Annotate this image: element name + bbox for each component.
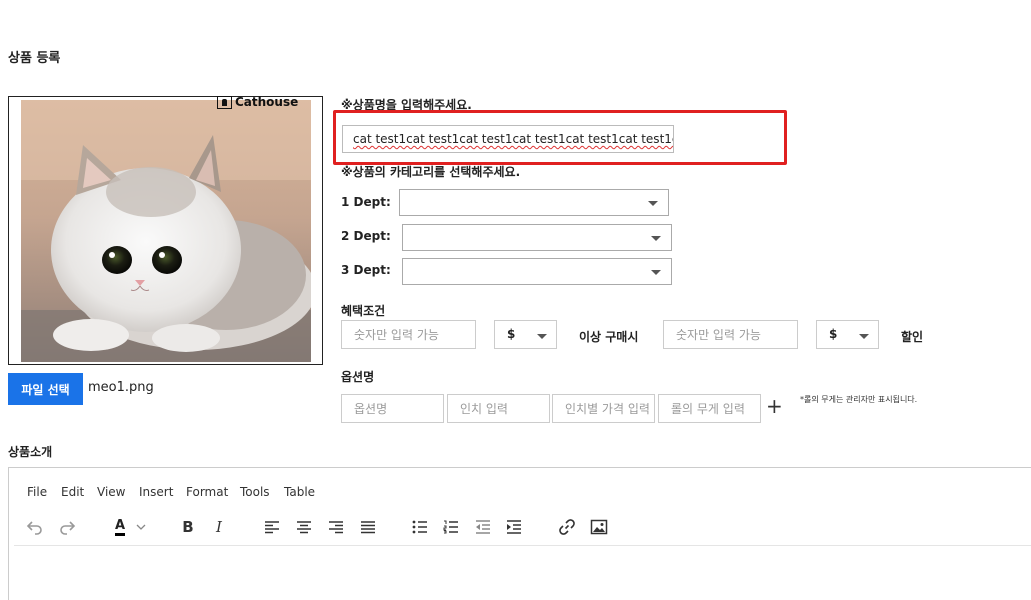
dept3-label: 3 Dept: <box>341 263 391 277</box>
option-price-input[interactable]: 인치별 가격 입력 <box>552 394 655 423</box>
redo-icon[interactable] <box>57 517 77 537</box>
text-color-glyph: A <box>114 518 126 536</box>
menu-format[interactable]: Format <box>186 485 228 499</box>
chevron-down-icon <box>537 334 547 339</box>
dept2-select[interactable] <box>402 224 672 251</box>
dept2-label: 2 Dept: <box>341 229 391 243</box>
dept3-select[interactable] <box>402 258 672 285</box>
toolbar-divider <box>14 545 1031 546</box>
file-name: meo1.png <box>88 380 154 395</box>
bold-icon[interactable]: B <box>178 517 198 537</box>
benefit-label: 혜택조건 <box>341 304 386 318</box>
menu-table[interactable]: Table <box>284 485 315 499</box>
image-icon[interactable] <box>589 517 609 537</box>
brand-watermark: Cathouse <box>217 95 298 109</box>
product-image <box>21 100 311 362</box>
file-select-button[interactable]: 파일 선택 <box>8 373 83 405</box>
discount-currency-select[interactable]: $ <box>816 320 879 349</box>
benefit-currency-select[interactable]: $ <box>494 320 557 349</box>
option-inch-input[interactable]: 인치 입력 <box>447 394 550 423</box>
brand-text: Cathouse <box>235 95 299 109</box>
italic-icon[interactable]: I <box>209 517 229 537</box>
menu-file[interactable]: File <box>27 485 47 499</box>
dept1-select[interactable] <box>399 189 669 216</box>
discount-suffix: 할인 <box>901 330 924 344</box>
undo-icon[interactable] <box>25 517 45 537</box>
description-label: 상품소개 <box>8 445 53 459</box>
align-center-icon[interactable] <box>294 517 314 537</box>
link-icon[interactable] <box>557 517 577 537</box>
benefit-amount-input[interactable]: 숫자만 입력 가능 <box>341 320 476 349</box>
currency-value: $ <box>829 327 838 341</box>
category-label: ※상품의 카테고리를 선택해주세요. <box>341 165 521 179</box>
chevron-down-icon <box>651 270 661 275</box>
options-label: 옵션명 <box>341 370 375 384</box>
align-left-icon[interactable] <box>262 517 282 537</box>
bold-glyph: B <box>182 518 194 536</box>
justify-icon[interactable] <box>358 517 378 537</box>
italic-glyph: I <box>216 518 222 536</box>
highlight-box <box>333 110 787 165</box>
chevron-down-icon <box>648 201 658 206</box>
chevron-down-icon[interactable] <box>134 517 148 537</box>
add-option-button[interactable]: + <box>766 396 783 416</box>
align-right-icon[interactable] <box>326 517 346 537</box>
discount-amount-input[interactable]: 숫자만 입력 가능 <box>663 320 798 349</box>
menu-tools[interactable]: Tools <box>240 485 270 499</box>
numbered-list-icon[interactable] <box>441 517 461 537</box>
chevron-down-icon <box>859 334 869 339</box>
indent-icon[interactable] <box>504 517 524 537</box>
cat-logo-icon <box>217 95 232 109</box>
text-color-icon[interactable]: A <box>110 517 130 537</box>
outdent-icon[interactable] <box>473 517 493 537</box>
option-name-input[interactable]: 옵션명 <box>341 394 444 423</box>
menu-edit[interactable]: Edit <box>61 485 84 499</box>
weight-note: *롤의 무게는 관리자만 표시됩니다. <box>800 395 918 404</box>
page-title: 상품 등록 <box>8 51 61 66</box>
product-image-frame: Cathouse <box>8 95 323 365</box>
benefit-middle-text: 이상 구매시 <box>579 330 639 344</box>
chevron-down-icon <box>651 236 661 241</box>
dept1-label: 1 Dept: <box>341 195 391 209</box>
currency-value: $ <box>507 327 516 341</box>
option-weight-input[interactable]: 롤의 무게 입력 <box>658 394 761 423</box>
menu-insert[interactable]: Insert <box>139 485 173 499</box>
menu-view[interactable]: View <box>97 485 125 499</box>
bullet-list-icon[interactable] <box>410 517 430 537</box>
